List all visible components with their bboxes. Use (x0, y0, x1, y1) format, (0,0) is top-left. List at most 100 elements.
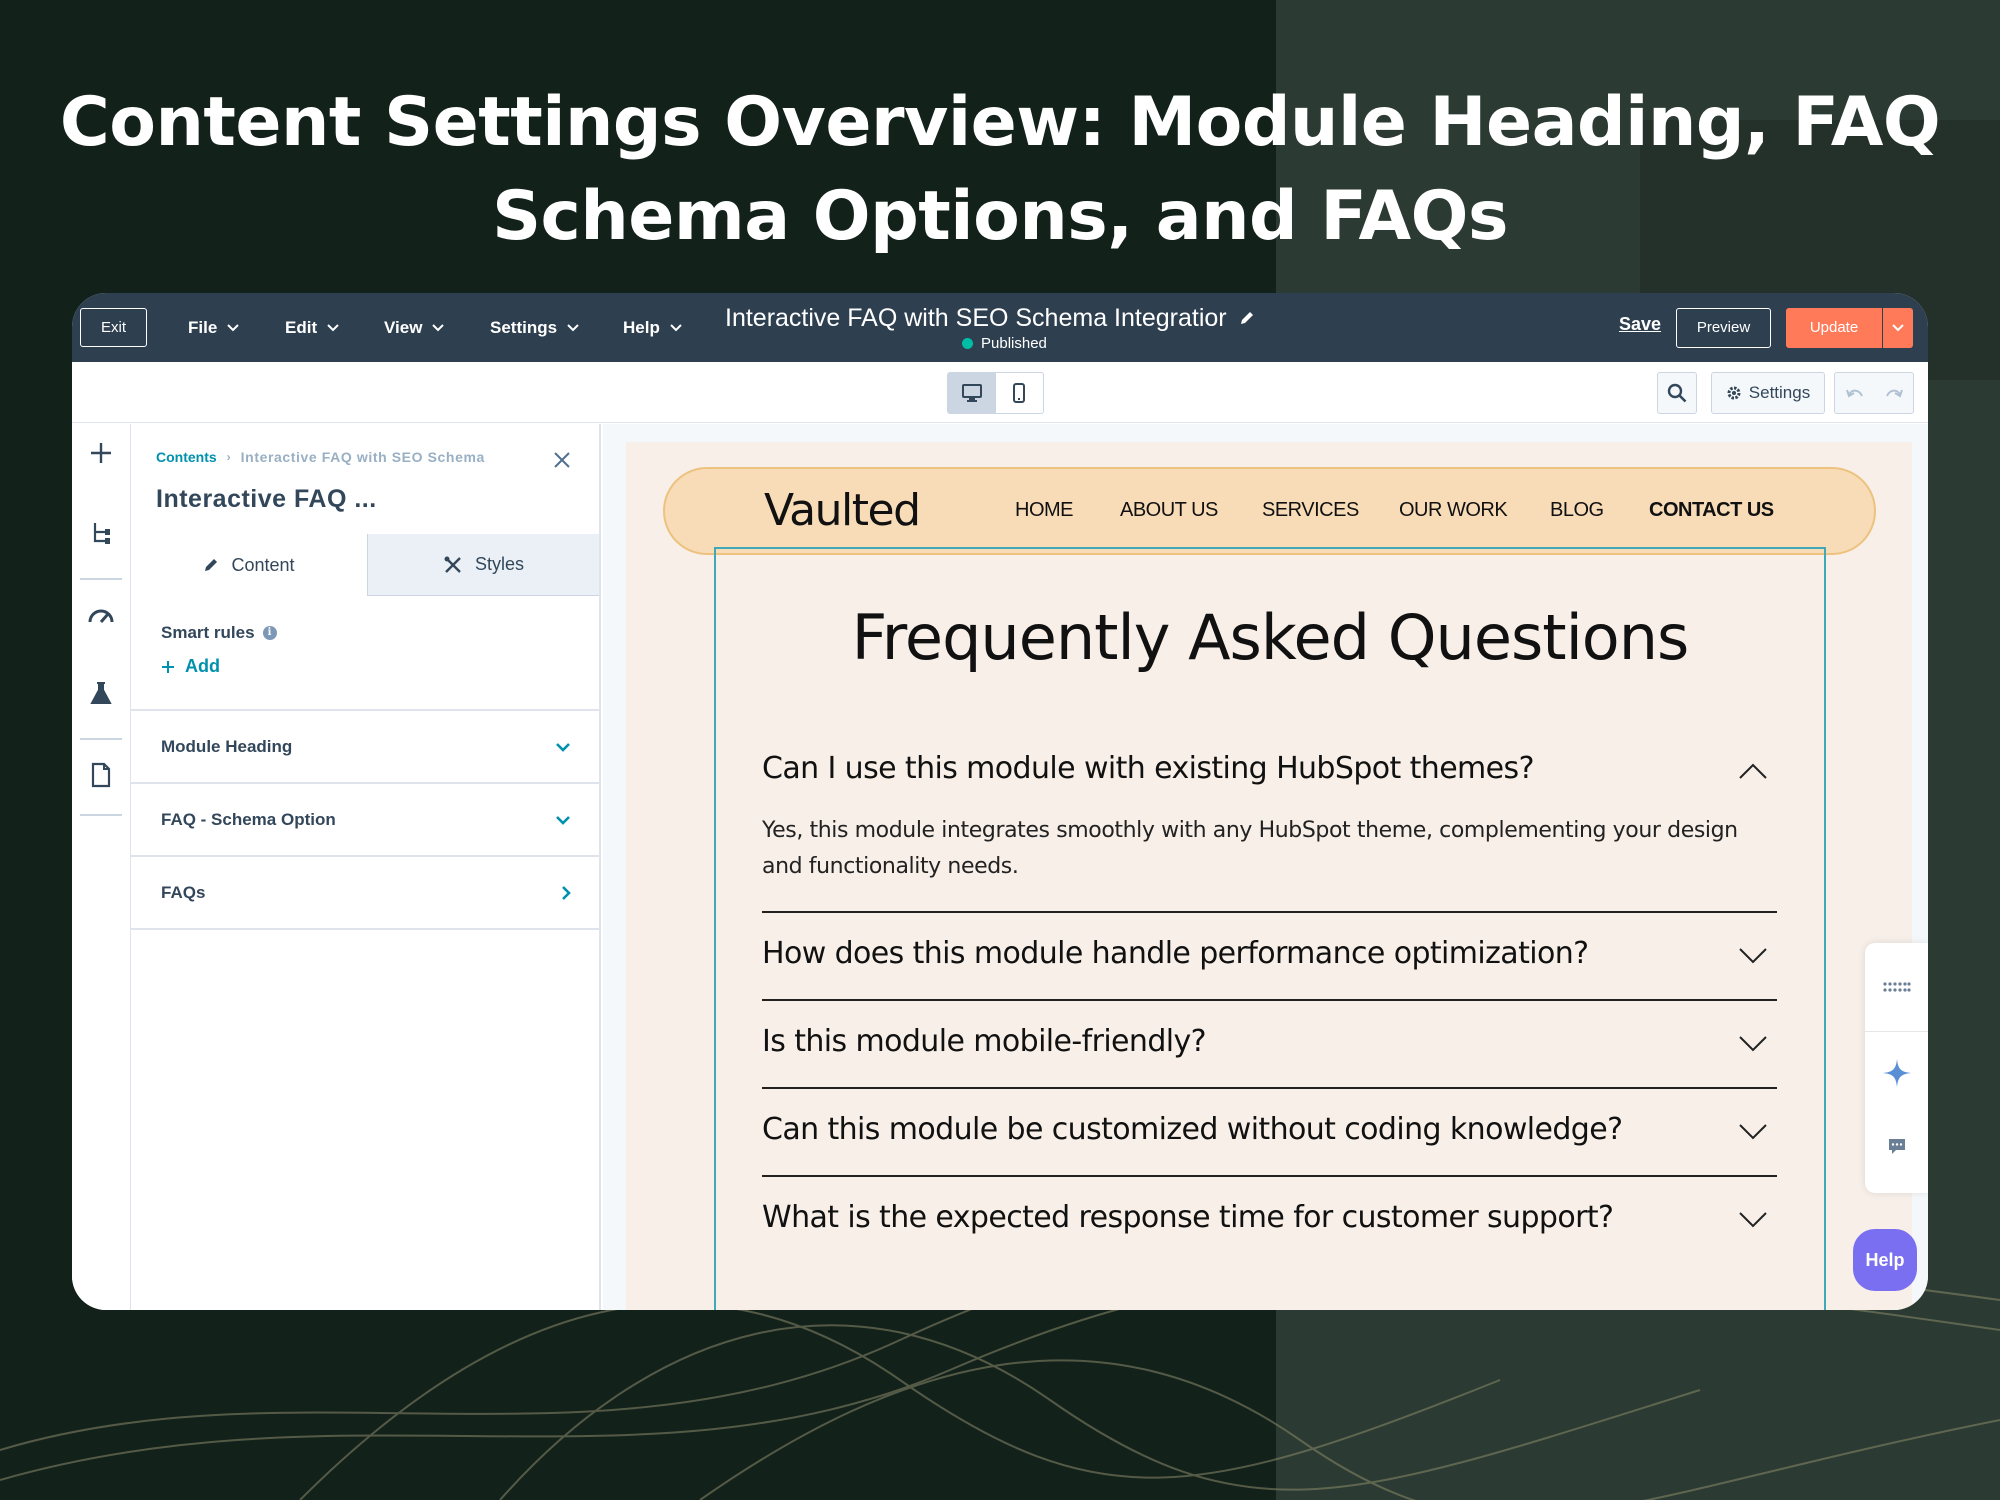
chevron-up-icon (1739, 763, 1767, 779)
faq-item[interactable]: Can I use this module with existing HubS… (762, 751, 1777, 791)
device-toggle (947, 372, 1044, 414)
exit-button[interactable]: Exit (80, 308, 147, 347)
save-button[interactable]: Save (1619, 314, 1661, 335)
smart-rules-text: Smart rules (161, 623, 255, 642)
faq-item[interactable]: What is the expected response time for c… (762, 1200, 1777, 1240)
editor-topbar: Exit File Edit View Settings Help Intera… (72, 293, 1928, 362)
hero-title: Content Settings Overview: Module Headin… (0, 76, 2000, 264)
chevron-down-icon (432, 324, 445, 332)
smart-rules-label: Smart rules i (161, 623, 277, 643)
help-button[interactable]: Help (1853, 1229, 1917, 1291)
page-title[interactable]: Interactive FAQ with SEO Schema Integrat… (725, 302, 1255, 334)
faq-item[interactable]: How does this module handle performance … (762, 936, 1777, 976)
preview-button[interactable]: Preview (1676, 308, 1771, 348)
breadcrumb-separator-icon: › (226, 450, 231, 464)
rail-divider (80, 814, 122, 816)
redo-button[interactable] (1874, 373, 1913, 413)
document-icon (91, 762, 111, 788)
apps-button[interactable] (1865, 967, 1928, 1007)
nav-about-us[interactable]: ABOUT US (1120, 499, 1218, 522)
section-faqs[interactable]: FAQs (131, 857, 599, 928)
plus-icon (162, 660, 174, 673)
menu-file[interactable]: File (188, 315, 240, 341)
breadcrumb: Contents › Interactive FAQ with SEO Sche… (156, 449, 485, 465)
nav-contact-us[interactable]: CONTACT US (1649, 499, 1774, 522)
faq-question: Can this module be customized without co… (762, 1112, 1623, 1147)
tree-icon (93, 523, 110, 544)
menu-view[interactable]: View (384, 315, 445, 341)
faq-question: What is the expected response time for c… (762, 1200, 1614, 1235)
faq-question: Is this module mobile-friendly? (762, 1024, 1207, 1059)
editor-toolbar: Settings (72, 362, 1928, 423)
menu-settings[interactable]: Settings (490, 315, 579, 341)
chevron-down-icon (556, 815, 570, 825)
nav-blog[interactable]: BLOG (1550, 499, 1604, 522)
chevron-down-icon (1739, 1036, 1767, 1052)
faq-question: How does this module handle performance … (762, 936, 1589, 971)
hero-title-line-2: Schema Options, and FAQs (492, 177, 1508, 256)
gear-icon (1727, 386, 1741, 400)
rail-divider (80, 578, 122, 580)
menu-help[interactable]: Help (623, 315, 682, 341)
ai-assistant-button[interactable] (1865, 1053, 1928, 1093)
close-icon[interactable] (552, 450, 572, 470)
chevron-down-icon (556, 742, 570, 752)
sparkle-icon (1882, 1059, 1911, 1087)
chevron-down-icon (1739, 948, 1767, 964)
menu-settings-label: Settings (490, 318, 558, 337)
section-faqs-label: FAQs (161, 882, 206, 902)
chat-button[interactable] (1865, 1127, 1928, 1167)
speedometer-icon (88, 609, 114, 623)
pencil-icon[interactable] (1239, 310, 1255, 326)
menu-edit[interactable]: Edit (285, 315, 339, 341)
add-smart-rule-button[interactable]: Add (161, 656, 220, 677)
menu-file-label: File (188, 318, 218, 337)
chevron-right-icon (562, 885, 571, 900)
test-button[interactable] (86, 678, 116, 708)
sidebar-tabs: Content Styles (131, 534, 599, 596)
menu-view-label: View (384, 318, 423, 337)
breadcrumb-contents-link[interactable]: Contents (156, 449, 217, 465)
tab-content-label: Content (231, 554, 295, 575)
nav-services[interactable]: SERVICES (1262, 499, 1359, 522)
chevron-down-icon (670, 324, 682, 332)
update-button[interactable]: Update (1786, 308, 1882, 348)
search-button[interactable] (1657, 372, 1697, 414)
desktop-view-button[interactable] (948, 373, 996, 413)
chevron-down-icon (227, 324, 240, 332)
faq-divider (762, 1175, 1777, 1177)
section-module-heading[interactable]: Module Heading (131, 711, 599, 782)
faq-question: Can I use this module with existing HubS… (762, 751, 1534, 786)
status-text: Published (981, 335, 1047, 352)
desktop-icon (961, 384, 982, 402)
site-logo[interactable]: Vaulted (764, 485, 921, 536)
update-options-button[interactable] (1883, 308, 1913, 348)
faq-item[interactable]: Can this module be customized without co… (762, 1112, 1777, 1152)
faq-item[interactable]: Is this module mobile-friendly? (762, 1024, 1777, 1064)
nav-our-work[interactable]: OUR WORK (1399, 499, 1508, 522)
tab-content[interactable]: Content (131, 534, 367, 596)
toolbar-settings-button[interactable]: Settings (1711, 372, 1825, 414)
tab-styles[interactable]: Styles (367, 534, 599, 596)
section-faq-schema-option[interactable]: FAQ - Schema Option (131, 784, 599, 855)
faq-divider (762, 1087, 1777, 1089)
undo-button[interactable] (1835, 373, 1874, 413)
chat-icon (1888, 1139, 1905, 1154)
mobile-view-button[interactable] (996, 373, 1044, 413)
info-icon[interactable]: i (262, 626, 277, 640)
menu-edit-label: Edit (285, 318, 318, 337)
layers-button[interactable] (86, 518, 116, 548)
editor-window: Exit File Edit View Settings Help Intera… (72, 293, 1928, 1310)
mobile-icon (1013, 383, 1026, 403)
undo-redo-group (1834, 372, 1914, 414)
breadcrumb-current: Interactive FAQ with SEO Schema (240, 449, 485, 465)
optimize-button[interactable] (86, 600, 116, 630)
faq-divider (762, 999, 1777, 1001)
widget-divider (1865, 1031, 1928, 1032)
add-module-button[interactable] (86, 438, 116, 468)
floating-tools (1865, 943, 1928, 1193)
nav-home[interactable]: HOME (1015, 499, 1074, 522)
page-settings-button[interactable] (86, 760, 116, 790)
tab-styles-label: Styles (474, 554, 525, 574)
status-dot (962, 338, 973, 349)
